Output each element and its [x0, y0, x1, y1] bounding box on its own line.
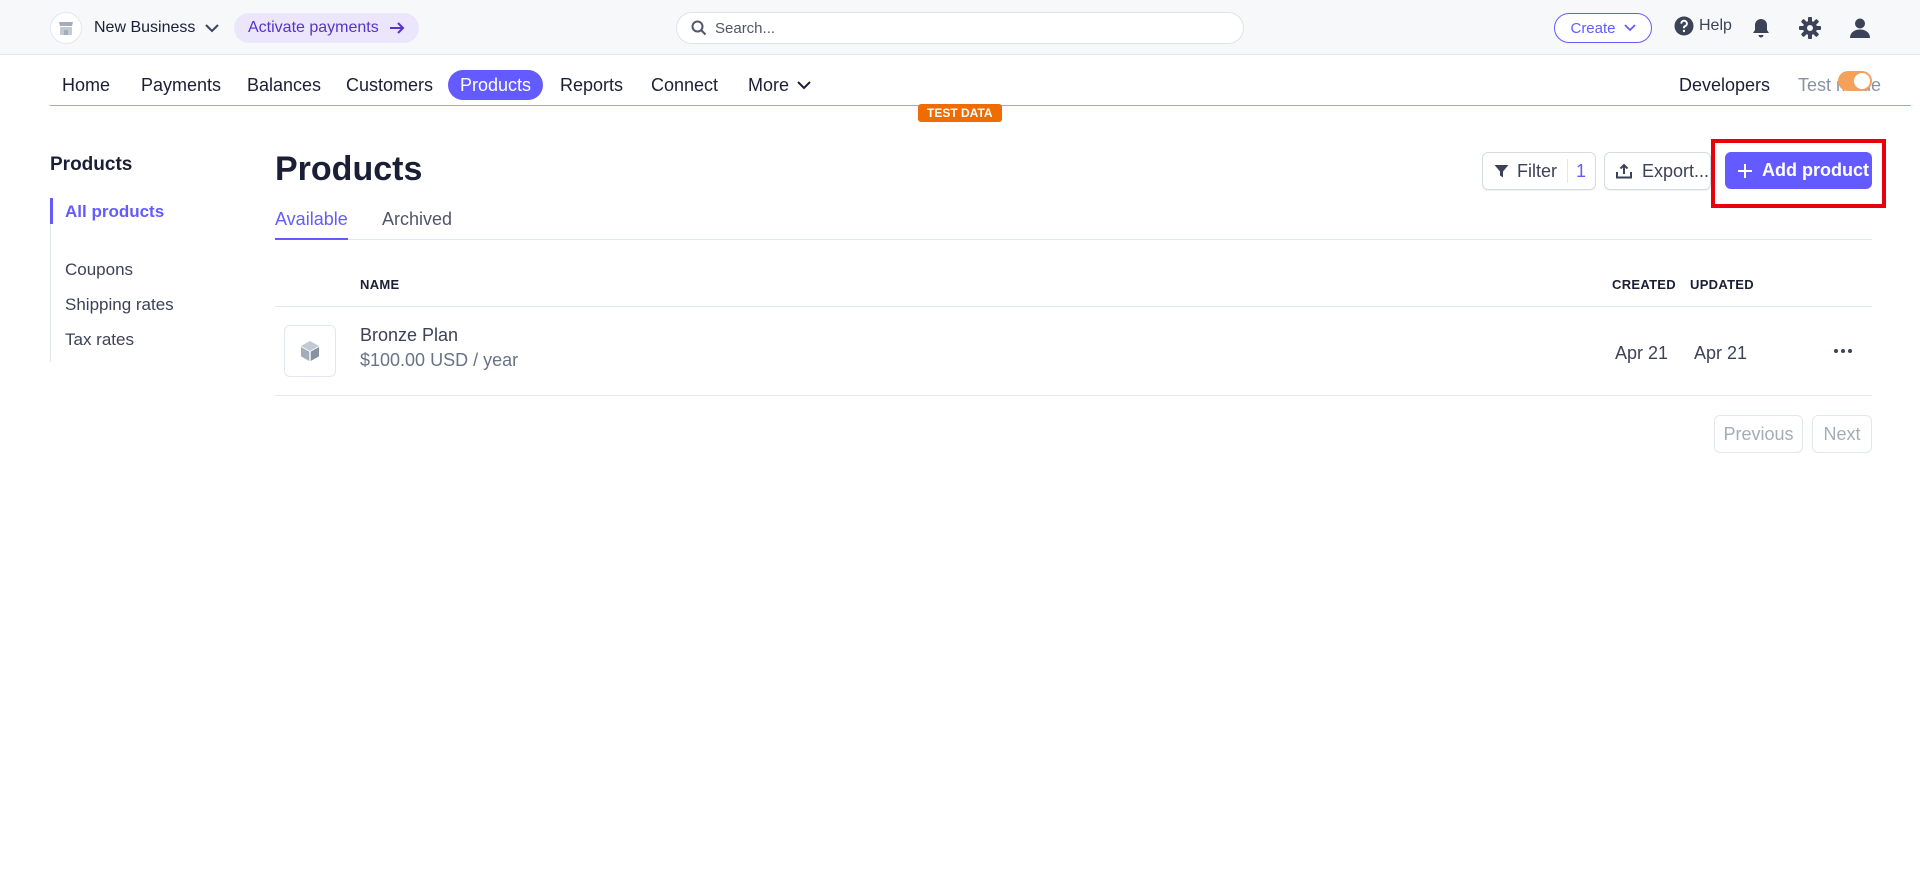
account-switcher[interactable]: New Business	[50, 12, 220, 44]
search-bar[interactable]	[676, 12, 1244, 44]
help-icon	[1674, 16, 1694, 36]
nav-home[interactable]: Home	[50, 70, 122, 100]
account-name: New Business	[94, 19, 196, 36]
sidebar-item-shipping-rates[interactable]: Shipping rates	[65, 295, 174, 315]
sidebar-title: Products	[50, 154, 133, 175]
bell-icon[interactable]	[1749, 16, 1773, 40]
product-name: Bronze Plan	[360, 325, 459, 345]
create-button[interactable]: Create	[1554, 13, 1652, 43]
gear-icon[interactable]	[1798, 16, 1822, 40]
tab-available[interactable]: Available	[275, 209, 348, 240]
filter-icon	[1494, 164, 1509, 179]
nav-products[interactable]: Products	[448, 70, 544, 100]
column-header-updated[interactable]: UPDATED	[1690, 277, 1754, 292]
test-mode-toggle[interactable]	[1838, 71, 1872, 91]
column-header-created[interactable]: CREATED	[1612, 277, 1676, 292]
sidebar-item-tax-rates[interactable]: Tax rates	[65, 330, 134, 350]
created-date: Apr 21	[1615, 343, 1669, 363]
table-row[interactable]: Bronze Plan $100.00 USD / year Apr 21 Ap…	[275, 307, 1872, 395]
product-price: $100.00 USD / year	[360, 350, 519, 370]
updated-date: Apr 21	[1694, 343, 1748, 363]
nav-more-label: More	[748, 75, 790, 95]
filter-label: Filter	[1517, 160, 1557, 181]
sidebar-item-all-products[interactable]: All products	[65, 202, 164, 222]
top-bar: New Business Activate payments Create He…	[0, 0, 1920, 55]
chevron-down-icon	[1623, 24, 1636, 32]
next-button[interactable]: Next	[1812, 415, 1872, 453]
filter-button[interactable]: Filter 1	[1482, 152, 1596, 190]
toggle-knob	[1854, 73, 1870, 89]
test-data-badge: TEST DATA	[918, 104, 1002, 122]
search-input[interactable]	[715, 19, 1215, 37]
highlight-box	[1711, 139, 1886, 208]
chevron-down-icon	[797, 80, 811, 89]
activate-payments-button[interactable]: Activate payments	[234, 13, 419, 43]
nav-more[interactable]: More	[736, 70, 823, 100]
previous-button[interactable]: Previous	[1714, 415, 1803, 453]
export-button[interactable]: Export...	[1604, 152, 1711, 190]
sidebar-item-coupons[interactable]: Coupons	[65, 260, 133, 280]
box-icon	[301, 341, 319, 361]
nav-connect[interactable]: Connect	[639, 70, 730, 100]
help-button[interactable]: Help	[1674, 16, 1732, 36]
filter-count: 1	[1576, 160, 1587, 181]
export-label: Export...	[1642, 160, 1710, 181]
tab-archived[interactable]: Archived	[382, 209, 452, 240]
page-title: Products	[275, 150, 423, 188]
store-icon	[50, 12, 82, 44]
nav-reports[interactable]: Reports	[548, 70, 635, 100]
user-icon[interactable]	[1848, 16, 1872, 40]
primary-nav: Home Payments Balances Customers Product…	[50, 64, 1911, 106]
nav-balances[interactable]: Balances	[235, 70, 333, 100]
divider	[275, 395, 1872, 396]
arrow-right-icon	[389, 21, 405, 35]
tab-bar: Available Archived	[275, 206, 1872, 240]
more-actions-icon[interactable]	[1828, 337, 1858, 365]
search-icon	[691, 20, 707, 36]
developers-link[interactable]: Developers	[1679, 70, 1770, 100]
chevron-down-icon	[205, 23, 220, 33]
nav-payments[interactable]: Payments	[129, 70, 233, 100]
product-image	[284, 325, 336, 377]
activate-payments-label: Activate payments	[248, 19, 379, 36]
create-label: Create	[1570, 19, 1616, 37]
divider	[1567, 159, 1568, 183]
column-header-name[interactable]: NAME	[360, 277, 399, 292]
nav-customers[interactable]: Customers	[334, 70, 445, 100]
export-icon	[1616, 163, 1632, 179]
sidebar-nav: All products Coupons Shipping rates Tax …	[50, 198, 230, 362]
help-label: Help	[1699, 17, 1732, 34]
active-indicator	[50, 198, 53, 224]
